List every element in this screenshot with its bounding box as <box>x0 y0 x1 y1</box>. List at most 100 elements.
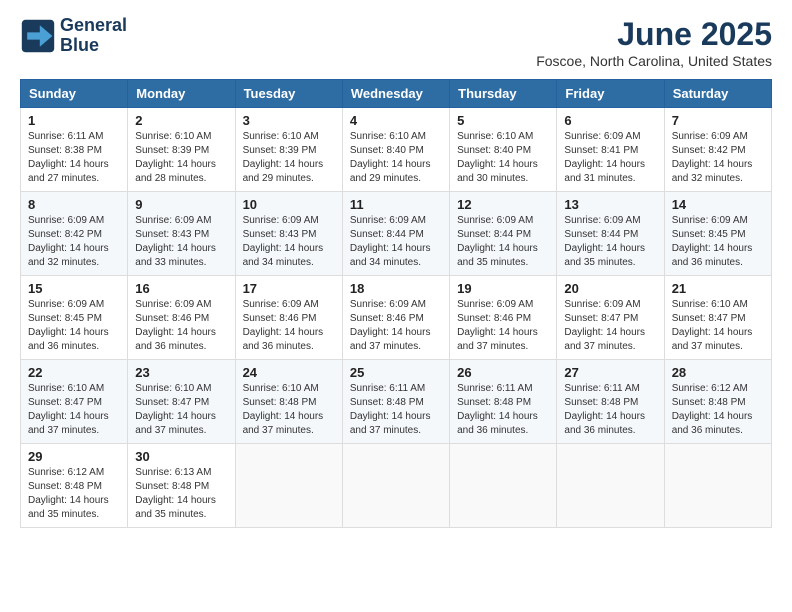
day-info: Sunrise: 6:09 AM Sunset: 8:46 PM Dayligh… <box>457 298 549 354</box>
calendar-cell: 23 Sunrise: 6:10 AM Sunset: 8:47 PM Dayli… <box>128 360 235 444</box>
calendar-cell: 25 Sunrise: 6:11 AM Sunset: 8:48 PM Dayli… <box>342 360 449 444</box>
weekday-header-monday: Monday <box>128 80 235 108</box>
calendar-cell: 4 Sunrise: 6:10 AM Sunset: 8:40 PM Daylig… <box>342 108 449 192</box>
day-number: 4 <box>350 113 442 128</box>
day-info: Sunrise: 6:11 AM Sunset: 8:48 PM Dayligh… <box>564 382 656 438</box>
day-number: 25 <box>350 365 442 380</box>
calendar-cell: 3 Sunrise: 6:10 AM Sunset: 8:39 PM Daylig… <box>235 108 342 192</box>
calendar-cell: 17 Sunrise: 6:09 AM Sunset: 8:46 PM Dayli… <box>235 276 342 360</box>
calendar-cell <box>664 444 771 528</box>
day-number: 16 <box>135 281 227 296</box>
calendar-cell: 28 Sunrise: 6:12 AM Sunset: 8:48 PM Dayli… <box>664 360 771 444</box>
page-header: General Blue June 2025 Foscoe, North Car… <box>20 16 772 69</box>
weekday-header-saturday: Saturday <box>664 80 771 108</box>
day-info: Sunrise: 6:09 AM Sunset: 8:42 PM Dayligh… <box>28 214 120 270</box>
calendar-cell: 21Sunrise: 6:10 AM Sunset: 8:47 PM Dayli… <box>664 276 771 360</box>
calendar-cell: 2 Sunrise: 6:10 AM Sunset: 8:39 PM Daylig… <box>128 108 235 192</box>
day-number: 5 <box>457 113 549 128</box>
logo-text: General Blue <box>60 16 127 56</box>
logo-icon <box>20 18 56 54</box>
day-number: 10 <box>243 197 335 212</box>
day-info: Sunrise: 6:11 AM Sunset: 8:48 PM Dayligh… <box>457 382 549 438</box>
day-info: Sunrise: 6:11 AM Sunset: 8:48 PM Dayligh… <box>350 382 442 438</box>
calendar-cell: 24Sunrise: 6:10 AM Sunset: 8:48 PM Dayli… <box>235 360 342 444</box>
weekday-header-tuesday: Tuesday <box>235 80 342 108</box>
calendar-cell: 9 Sunrise: 6:09 AM Sunset: 8:43 PM Daylig… <box>128 192 235 276</box>
weekday-header-sunday: Sunday <box>21 80 128 108</box>
day-info: Sunrise: 6:11 AM Sunset: 8:38 PM Dayligh… <box>28 130 120 186</box>
calendar-week-row: 15Sunrise: 6:09 AM Sunset: 8:45 PM Dayli… <box>21 276 772 360</box>
day-info: Sunrise: 6:09 AM Sunset: 8:44 PM Dayligh… <box>564 214 656 270</box>
day-number: 20 <box>564 281 656 296</box>
calendar-cell: 29 Sunrise: 6:12 AM Sunset: 8:48 PM Dayli… <box>21 444 128 528</box>
day-info: Sunrise: 6:09 AM Sunset: 8:44 PM Dayligh… <box>457 214 549 270</box>
weekday-header-thursday: Thursday <box>450 80 557 108</box>
day-info: Sunrise: 6:09 AM Sunset: 8:46 PM Dayligh… <box>243 298 335 354</box>
calendar-cell: 20 Sunrise: 6:09 AM Sunset: 8:47 PM Dayli… <box>557 276 664 360</box>
day-info: Sunrise: 6:09 AM Sunset: 8:46 PM Dayligh… <box>350 298 442 354</box>
day-info: Sunrise: 6:09 AM Sunset: 8:46 PM Dayligh… <box>135 298 227 354</box>
calendar-cell: 6 Sunrise: 6:09 AM Sunset: 8:41 PM Daylig… <box>557 108 664 192</box>
calendar-cell: 14Sunrise: 6:09 AM Sunset: 8:45 PM Dayli… <box>664 192 771 276</box>
day-number: 19 <box>457 281 549 296</box>
calendar-cell <box>557 444 664 528</box>
day-number: 2 <box>135 113 227 128</box>
calendar-cell: 15Sunrise: 6:09 AM Sunset: 8:45 PM Dayli… <box>21 276 128 360</box>
calendar-cell: 12 Sunrise: 6:09 AM Sunset: 8:44 PM Dayli… <box>450 192 557 276</box>
calendar-cell: 18 Sunrise: 6:09 AM Sunset: 8:46 PM Dayli… <box>342 276 449 360</box>
day-info: Sunrise: 6:09 AM Sunset: 8:41 PM Dayligh… <box>564 130 656 186</box>
day-number: 30 <box>135 449 227 464</box>
day-info: Sunrise: 6:09 AM Sunset: 8:45 PM Dayligh… <box>28 298 120 354</box>
calendar-cell: 22Sunrise: 6:10 AM Sunset: 8:47 PM Dayli… <box>21 360 128 444</box>
calendar-cell: 5Sunrise: 6:10 AM Sunset: 8:40 PM Daylig… <box>450 108 557 192</box>
calendar-week-row: 8 Sunrise: 6:09 AM Sunset: 8:42 PM Daylig… <box>21 192 772 276</box>
day-info: Sunrise: 6:12 AM Sunset: 8:48 PM Dayligh… <box>672 382 764 438</box>
day-number: 17 <box>243 281 335 296</box>
day-number: 8 <box>28 197 120 212</box>
calendar-cell: 7 Sunrise: 6:09 AM Sunset: 8:42 PM Daylig… <box>664 108 771 192</box>
location-title: Foscoe, North Carolina, United States <box>536 53 772 69</box>
calendar-cell: 10 Sunrise: 6:09 AM Sunset: 8:43 PM Dayli… <box>235 192 342 276</box>
day-number: 6 <box>564 113 656 128</box>
day-number: 18 <box>350 281 442 296</box>
day-number: 12 <box>457 197 549 212</box>
day-number: 24 <box>243 365 335 380</box>
calendar-cell: 8 Sunrise: 6:09 AM Sunset: 8:42 PM Daylig… <box>21 192 128 276</box>
calendar-cell: 16 Sunrise: 6:09 AM Sunset: 8:46 PM Dayli… <box>128 276 235 360</box>
title-area: June 2025 Foscoe, North Carolina, United… <box>536 16 772 69</box>
day-number: 27 <box>564 365 656 380</box>
calendar-cell: 26Sunrise: 6:11 AM Sunset: 8:48 PM Dayli… <box>450 360 557 444</box>
calendar-cell: 27 Sunrise: 6:11 AM Sunset: 8:48 PM Dayli… <box>557 360 664 444</box>
day-info: Sunrise: 6:09 AM Sunset: 8:43 PM Dayligh… <box>243 214 335 270</box>
day-info: Sunrise: 6:12 AM Sunset: 8:48 PM Dayligh… <box>28 466 120 522</box>
day-number: 1 <box>28 113 120 128</box>
day-number: 28 <box>672 365 764 380</box>
calendar-cell: 30 Sunrise: 6:13 AM Sunset: 8:48 PM Dayli… <box>128 444 235 528</box>
day-info: Sunrise: 6:10 AM Sunset: 8:39 PM Dayligh… <box>135 130 227 186</box>
month-title: June 2025 <box>536 16 772 53</box>
calendar-table: SundayMondayTuesdayWednesdayThursdayFrid… <box>20 79 772 528</box>
day-info: Sunrise: 6:10 AM Sunset: 8:47 PM Dayligh… <box>135 382 227 438</box>
day-info: Sunrise: 6:09 AM Sunset: 8:47 PM Dayligh… <box>564 298 656 354</box>
calendar-cell: 19 Sunrise: 6:09 AM Sunset: 8:46 PM Dayli… <box>450 276 557 360</box>
day-info: Sunrise: 6:13 AM Sunset: 8:48 PM Dayligh… <box>135 466 227 522</box>
day-number: 29 <box>28 449 120 464</box>
day-number: 9 <box>135 197 227 212</box>
day-info: Sunrise: 6:10 AM Sunset: 8:39 PM Dayligh… <box>243 130 335 186</box>
day-number: 13 <box>564 197 656 212</box>
weekday-header-row: SundayMondayTuesdayWednesdayThursdayFrid… <box>21 80 772 108</box>
calendar-cell: 13 Sunrise: 6:09 AM Sunset: 8:44 PM Dayli… <box>557 192 664 276</box>
calendar-week-row: 29 Sunrise: 6:12 AM Sunset: 8:48 PM Dayli… <box>21 444 772 528</box>
calendar-week-row: 22 Sunrise: 6:10 AM Sunset: 8:47 PM Dayli… <box>21 360 772 444</box>
logo: General Blue <box>20 16 127 56</box>
day-number: 21 <box>672 281 764 296</box>
weekday-header-friday: Friday <box>557 80 664 108</box>
day-number: 22 <box>28 365 120 380</box>
day-number: 7 <box>672 113 764 128</box>
weekday-header-wednesday: Wednesday <box>342 80 449 108</box>
day-number: 3 <box>243 113 335 128</box>
day-info: Sunrise: 6:10 AM Sunset: 8:40 PM Dayligh… <box>350 130 442 186</box>
day-info: Sunrise: 6:09 AM Sunset: 8:43 PM Dayligh… <box>135 214 227 270</box>
day-info: Sunrise: 6:09 AM Sunset: 8:42 PM Dayligh… <box>672 130 764 186</box>
day-number: 23 <box>135 365 227 380</box>
